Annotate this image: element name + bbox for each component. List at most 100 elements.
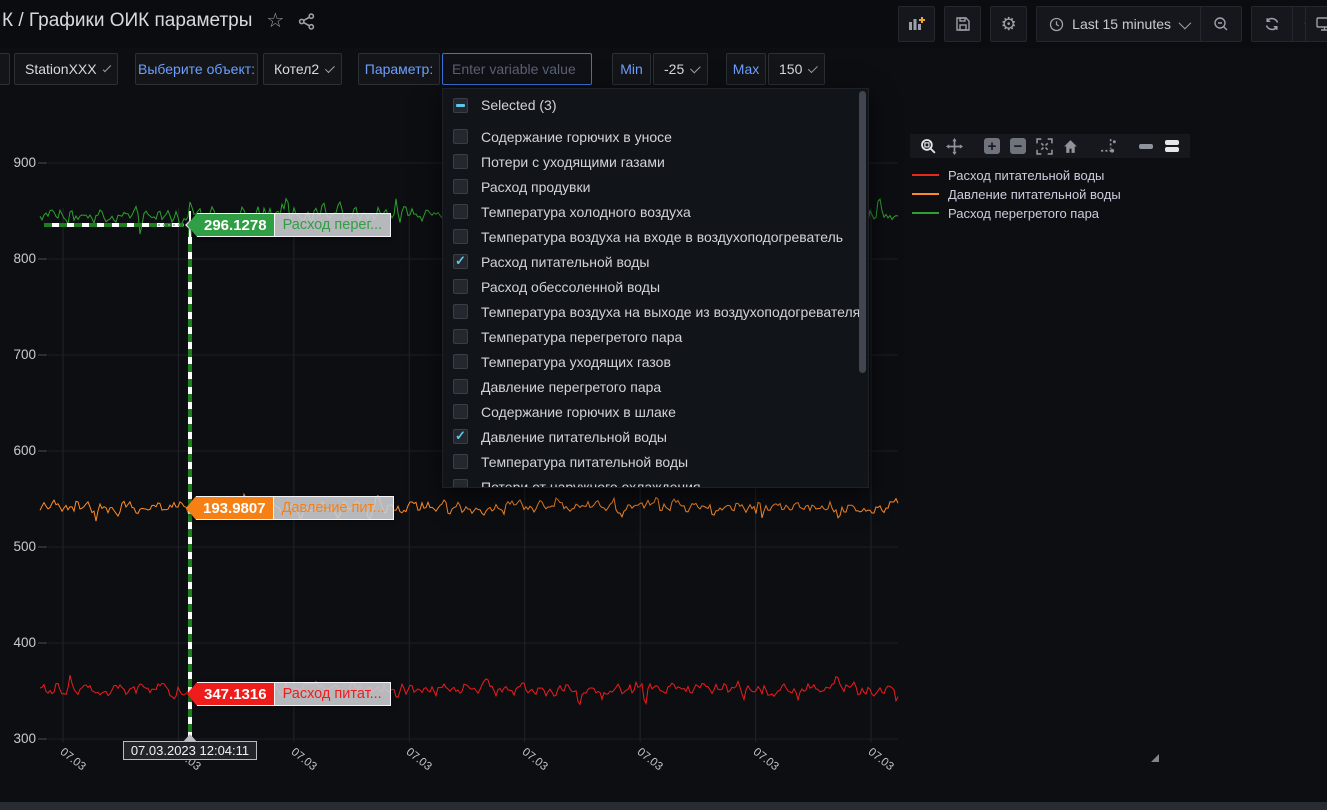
dropdown-scrollbar[interactable] xyxy=(859,91,866,373)
modebar-spikelines-button[interactable] xyxy=(1098,136,1118,156)
modebar-autoscale-button[interactable] xyxy=(1034,136,1054,156)
modebar-zoom-out-button[interactable]: − xyxy=(1008,136,1028,156)
unchecked-checkbox[interactable] xyxy=(453,204,468,219)
panel-resize-handle[interactable] xyxy=(1151,754,1159,762)
breadcrumb: К / Графики ОИК параметры ☆ xyxy=(2,10,315,32)
dropdown-option[interactable]: Содержание горючих в шлаке xyxy=(443,399,868,424)
save-dashboard-button[interactable] xyxy=(944,6,981,42)
min-variable-value: -25 xyxy=(664,61,684,77)
dropdown-option[interactable]: Температура воздуха на выходе из воздухо… xyxy=(443,299,868,324)
unchecked-checkbox[interactable] xyxy=(453,304,468,319)
param-variable-input[interactable] xyxy=(442,53,592,85)
refresh-button[interactable] xyxy=(1252,7,1292,41)
checked-checkbox[interactable]: ✓ xyxy=(453,254,468,269)
date-tooltip: 07.03.2023 12:04:11 xyxy=(123,741,257,760)
dropdown-option[interactable]: Содержание горючих в уносе xyxy=(443,124,868,149)
param-variable-label: Параметр: xyxy=(358,53,440,85)
chevron-down-icon xyxy=(102,63,111,72)
hover-series-name: Давление пит... xyxy=(274,496,394,520)
modebar-hover-closest-button[interactable] xyxy=(1136,136,1156,156)
station-variable-dropdown[interactable]: StationXXX xyxy=(14,53,118,85)
checked-checkbox[interactable]: ✓ xyxy=(453,429,468,444)
unchecked-checkbox[interactable] xyxy=(453,404,468,419)
modebar-hover-compare-button[interactable] xyxy=(1162,136,1182,156)
chevron-down-icon xyxy=(1179,16,1192,29)
object-variable-value: Котел2 xyxy=(274,61,319,77)
dropdown-option[interactable]: Расход обессоленной воды xyxy=(443,274,868,299)
unchecked-checkbox[interactable] xyxy=(453,229,468,244)
cycle-view-button[interactable] xyxy=(1305,6,1327,42)
unchecked-checkbox[interactable] xyxy=(453,179,468,194)
dropdown-option[interactable]: Температура уходящих газов xyxy=(443,349,868,374)
dropdown-option-label: Потери от наружного охлаждения xyxy=(481,479,701,489)
dropdown-option-label: Содержание горючих в шлаке xyxy=(481,404,676,420)
plus-icon: + xyxy=(984,138,1000,154)
hover-arrow xyxy=(186,496,196,520)
y-tick-label: 500 xyxy=(4,539,36,554)
unchecked-checkbox[interactable] xyxy=(453,279,468,294)
unchecked-checkbox[interactable] xyxy=(453,354,468,369)
topnav-actions: ⚙ Last 15 minutes xyxy=(898,6,1327,42)
dropdown-option-label: Температура воздуха на выходе из воздухо… xyxy=(481,304,860,320)
min-variable-dropdown[interactable]: -25 xyxy=(653,53,708,85)
hover-compare-icon xyxy=(1165,140,1179,152)
zoom-out-time-button[interactable] xyxy=(1200,7,1241,41)
unchecked-checkbox[interactable] xyxy=(453,479,468,488)
legend-item[interactable]: Расход питательной воды xyxy=(912,168,1121,182)
object-variable-dropdown[interactable]: Котел2 xyxy=(263,53,342,85)
page-title[interactable]: К / Графики ОИК параметры xyxy=(2,10,252,32)
dropdown-option[interactable]: Потери с уходящими газами xyxy=(443,149,868,174)
dropdown-option-label: Температура холодного воздуха xyxy=(481,204,691,220)
dropdown-selected-summary[interactable]: Selected (3) xyxy=(443,92,868,118)
hover-closest-icon xyxy=(1139,144,1153,149)
dropdown-option-label: Расход обессоленной воды xyxy=(481,279,660,295)
modebar-pan-button[interactable] xyxy=(944,136,964,156)
dropdown-option[interactable]: Давление перегретого пара xyxy=(443,374,868,399)
dropdown-option[interactable]: Потери от наружного охлаждения xyxy=(443,474,868,488)
time-range-group: Last 15 minutes xyxy=(1036,6,1242,42)
unchecked-checkbox[interactable] xyxy=(453,454,468,469)
horizontal-scrollbar[interactable] xyxy=(0,802,1327,810)
legend-line-swatch xyxy=(912,212,939,214)
modebar-zoom-in-button[interactable]: + xyxy=(982,136,1002,156)
clock-icon xyxy=(1049,17,1064,32)
dropdown-option-label: Расход продувки xyxy=(481,179,590,195)
chart-legend: Расход питательной воды Давление питатель… xyxy=(912,168,1121,220)
legend-item[interactable]: Расход перегретого пара xyxy=(912,206,1121,220)
dropdown-option[interactable]: Расход продувки xyxy=(443,174,868,199)
dropdown-option[interactable]: Температура перегретого пара xyxy=(443,324,868,349)
y-tick-label: 300 xyxy=(4,731,36,746)
dropdown-option[interactable]: Температура воздуха на входе в воздухопо… xyxy=(443,224,868,249)
max-variable-value: 150 xyxy=(779,61,802,77)
chart-modebar: + − xyxy=(910,134,1190,158)
time-range-picker[interactable]: Last 15 minutes xyxy=(1037,7,1200,41)
clipped-variable-box[interactable] xyxy=(0,53,10,85)
max-variable-dropdown[interactable]: 150 xyxy=(768,53,825,85)
unchecked-checkbox[interactable] xyxy=(453,329,468,344)
share-icon[interactable] xyxy=(298,13,315,30)
legend-label: Давление питательной воды xyxy=(948,187,1121,202)
station-variable-value: StationXXX xyxy=(25,61,97,77)
chevron-down-icon xyxy=(690,62,700,72)
modebar-zoom-button[interactable] xyxy=(918,136,938,156)
unchecked-checkbox[interactable] xyxy=(453,379,468,394)
dropdown-option-label: Температура питательной воды xyxy=(481,454,688,470)
dropdown-option[interactable]: Температура холодного воздуха xyxy=(443,199,868,224)
dropdown-option[interactable]: ✓Расход питательной воды xyxy=(443,249,868,274)
unchecked-checkbox[interactable] xyxy=(453,154,468,169)
time-range-label: Last 15 minutes xyxy=(1072,16,1171,32)
add-panel-button[interactable] xyxy=(898,6,935,42)
dropdown-option-label: Температура воздуха на входе в воздухопо… xyxy=(481,229,843,245)
hover-series-name: Расход питат... xyxy=(275,682,391,706)
legend-line-swatch xyxy=(912,193,939,195)
dropdown-option[interactable]: ✓ Давление питательной воды xyxy=(443,424,868,449)
dropdown-option[interactable]: Температура питательной воды xyxy=(443,449,868,474)
unchecked-checkbox[interactable] xyxy=(453,129,468,144)
dashboard-settings-button[interactable]: ⚙ xyxy=(990,6,1027,42)
legend-item[interactable]: Давление питательной воды xyxy=(912,187,1121,201)
dropdown-option-label: Давление питательной воды xyxy=(481,429,667,445)
indeterminate-checkbox[interactable] xyxy=(453,98,468,113)
favorite-star-icon[interactable]: ☆ xyxy=(266,11,284,31)
modebar-reset-axes-button[interactable] xyxy=(1060,136,1080,156)
parameter-dropdown-menu: Selected (3) Содержание горючих в уносеП… xyxy=(442,88,869,488)
